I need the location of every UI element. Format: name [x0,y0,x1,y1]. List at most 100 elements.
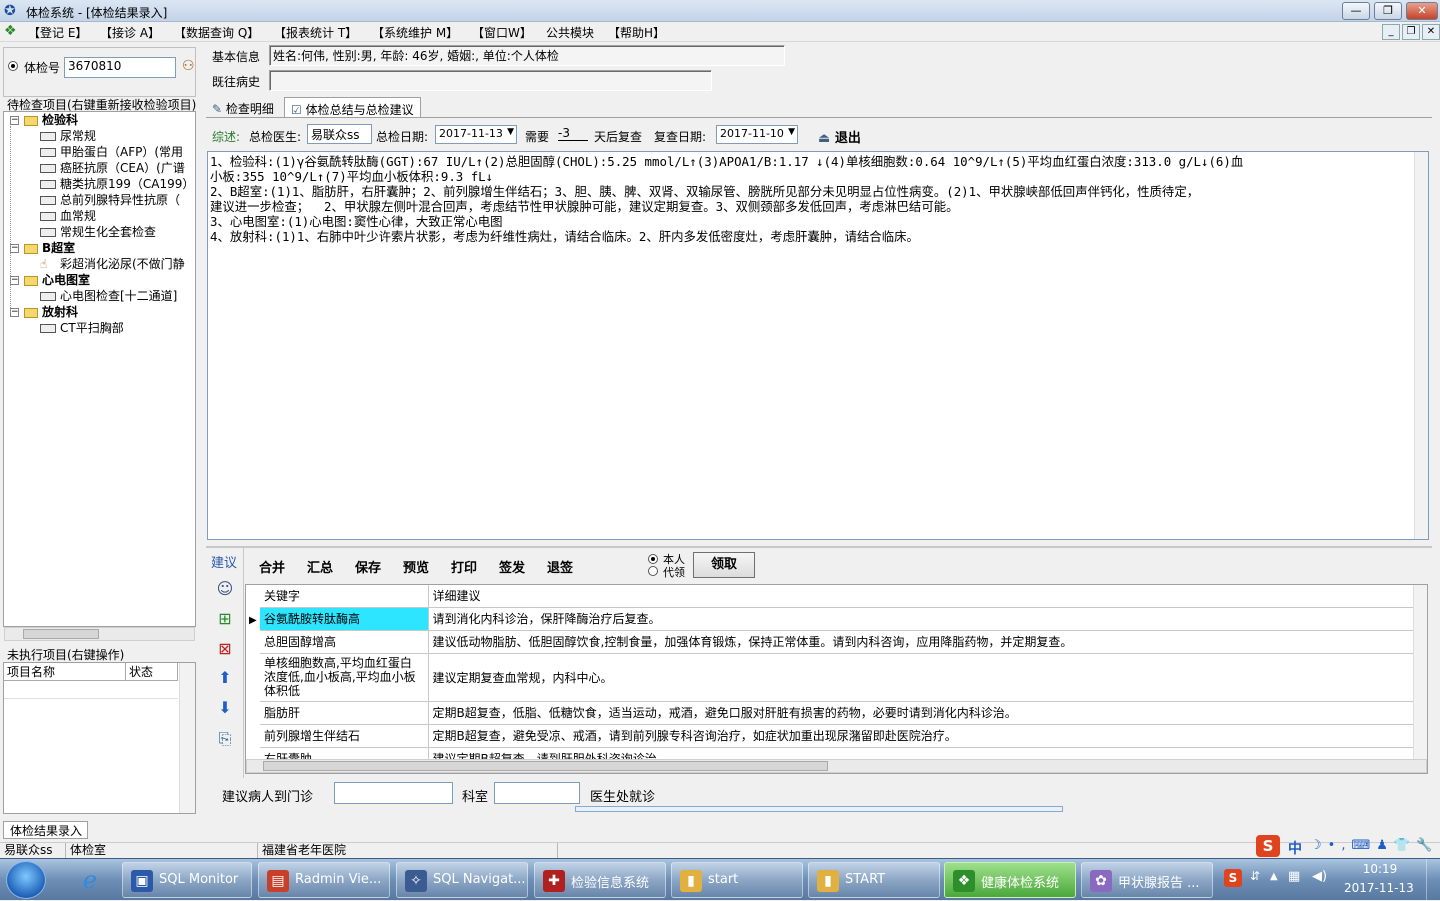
tree-item[interactable]: 心电图检查[十二通道] [40,288,177,304]
menu-help[interactable]: 【帮助H】 [608,24,665,41]
radio-proxy[interactable] [648,566,658,576]
taskbar-item[interactable]: ▤ Radmin Vie... [258,862,390,898]
doctor-icon[interactable]: ☺ [212,578,238,600]
tree-expander[interactable]: − [10,116,19,125]
refer-clinic-input[interactable] [334,782,453,804]
menu-reports[interactable]: 【报表统计 T】 [274,24,357,41]
move-down-icon[interactable]: ⬇ [212,697,238,719]
delete-row-icon[interactable]: ⊠ [212,638,238,660]
menu-register[interactable]: 【登记 E】 [28,24,87,41]
tree-item[interactable]: 糖类抗原199（CA199） [40,176,194,192]
table-row[interactable]: 谷氨酰胺转肽酶高 请到消化内科诊治，保肝降酶治疗后复查。 [260,607,1415,631]
table-row[interactable]: 单核细胞数高,平均血红蛋白浓度低,血小板高,平均血小板体积低 建议定期复查血常规… [260,653,1415,702]
tree-expander[interactable]: − [10,244,19,253]
taskbar-item[interactable]: ✿ 甲状腺报告 ... [1081,862,1213,898]
scroll-thumb[interactable] [263,761,828,771]
unsign-button[interactable]: 退签 [547,557,573,576]
receive-button[interactable]: 领取 [693,552,755,578]
splitter[interactable] [575,806,1063,812]
ime-toolbar-icons[interactable]: ☽•,⌨♟👕🔧 [1310,838,1438,853]
start-button[interactable] [6,861,46,899]
tree-expander[interactable]: − [10,308,19,317]
tree-category-radiology[interactable]: 放射科 [24,304,78,320]
tree-category-lab[interactable]: 检验科 [24,112,78,128]
unexec-vscrollbar[interactable] [179,663,195,813]
grid-vscrollbar[interactable] [1413,585,1427,759]
history-field[interactable] [269,70,712,91]
tree-category-ultrasound[interactable]: B超室 [24,240,75,256]
tab-summary[interactable]: ☑ 体检总结与总检建议 [284,97,421,118]
menu-query[interactable]: 【数据查询 Q】 [174,24,259,41]
taskbar-item[interactable]: ▮ start [671,862,803,898]
review-date-picker[interactable]: 2017-11-10 ▼ [716,125,798,144]
menu-reception[interactable]: 【接诊 A】 [100,24,160,41]
keyword-cell[interactable]: 总胆固醇增高 [260,630,429,654]
tree-item[interactable]: 总前列腺特异性抗原（ [40,192,180,208]
tree-category-ecg[interactable]: 心电图室 [24,272,90,288]
restore-button[interactable]: ❐ [1374,2,1402,20]
dept-input[interactable] [494,782,580,804]
minimize-button[interactable]: — [1342,2,1370,20]
days-field[interactable]: -3 [558,126,588,141]
tree-item[interactable]: ☝ 彩超消化泌尿(不做门静 [40,256,185,272]
tab-result-entry[interactable]: 体检结果录入 [3,821,88,839]
col-detail[interactable]: 详细建议 [428,585,1415,608]
tree-item[interactable]: 常规生化全套检查 [40,224,156,240]
tab-exam-detail[interactable]: ✎ 检查明细 [206,97,280,118]
tree-hscrollbar[interactable] [4,627,195,641]
tray-arrow-icon[interactable]: ⇵ [1250,869,1260,883]
summary-vscrollbar[interactable] [1414,152,1428,539]
menu-maintenance[interactable]: 【系统维护 M】 [372,24,458,41]
detail-cell[interactable]: 定期B超复查，避免受凉、戒酒，请到前列腺专科咨询治疗，如症状加重出现尿潴留即赴医… [428,724,1415,748]
table-row[interactable]: 脂肪肝 定期B超复查，低脂、低糖饮食，适当运动，戒酒，避免口服对肝脏有损害的药物… [260,701,1415,725]
keyword-cell[interactable]: 脂肪肝 [260,701,429,725]
tree-item[interactable]: CT平扫胸部 [40,320,124,336]
network-icon[interactable]: ▦ [1288,869,1300,884]
doctor-field[interactable]: 易联众ss [307,124,372,144]
detail-cell[interactable]: 定期B超复查，低脂、低糖饮食，适当运动，戒酒，避免口服对肝脏有损害的药物，必要时… [428,701,1415,725]
clock-date[interactable]: 2017-11-13 [1344,881,1414,895]
detail-cell[interactable]: 建议低动物脂肪、低胆固醇饮食,控制食量，加强体育锻炼，保持正常体重。请到内科咨询… [428,630,1415,654]
taskbar-item[interactable]: ✧ SQL Navigat... [396,862,528,898]
detail-cell[interactable]: 建议定期复查血常规，内科中心。 [428,653,1415,702]
volume-icon[interactable]: ◀) [1312,869,1327,884]
mdi-minimize-button[interactable]: _ [1382,24,1400,40]
keyword-cell[interactable]: 单核细胞数高,平均血红蛋白浓度低,血小板高,平均血小板体积低 [260,653,429,702]
scroll-thumb[interactable] [23,629,99,639]
grid-hscrollbar[interactable] [246,759,1427,773]
menu-public[interactable]: 公共模块 [546,24,594,41]
clock-time[interactable]: 10:19 [1360,862,1400,876]
user-search-icon[interactable]: ⚇ [182,58,198,74]
close-button[interactable]: ✕ [1406,2,1438,20]
mdi-restore-button[interactable]: ❐ [1402,24,1420,40]
sign-button[interactable]: 签发 [499,557,525,576]
exit-button[interactable]: ⏏ 退出 [818,127,861,146]
summary-date-picker[interactable]: 2017-11-13 ▼ [435,125,517,144]
mdi-close-button[interactable]: ✕ [1422,24,1440,40]
exam-no-radio[interactable] [8,61,18,71]
tray-expand-icon[interactable]: ▲ [1270,871,1278,882]
taskbar-item[interactable]: ▣ SQL Monitor [122,862,252,898]
exam-no-input[interactable]: 3670810 [64,57,176,78]
taskbar-item[interactable]: ▮ START [808,862,940,898]
aggregate-button[interactable]: 汇总 [307,557,333,576]
tree-item[interactable]: 血常规 [40,208,96,224]
ie-icon[interactable]: ℯ [74,865,106,895]
ime-mode[interactable]: 中 [1288,838,1302,858]
merge-button[interactable]: 合并 [259,557,285,576]
col-keyword[interactable]: 关键字 [260,585,429,608]
table-row[interactable]: 总胆固醇增高 建议低动物脂肪、低胆固醇饮食,控制食量，加强体育锻炼，保持正常体重… [260,630,1415,654]
table-row[interactable]: 前列腺增生伴结石 定期B超复查，避免受凉、戒酒，请到前列腺专科咨询治疗，如症状加… [260,724,1415,748]
tree-item[interactable]: 甲胎蛋白（AFP）(常用 [40,144,183,160]
add-row-icon[interactable]: ⊞ [212,608,238,630]
sogou-ime-icon[interactable]: S [1256,835,1280,857]
keyword-cell[interactable]: 谷氨酰胺转肽酶高 [260,607,429,631]
taskbar-item-active[interactable]: ❖ 健康体检系统 [944,862,1076,898]
radio-self[interactable] [648,554,658,564]
keyword-cell[interactable]: 前列腺增生伴结石 [260,724,429,748]
col-item-name[interactable]: 项目名称 [4,663,126,681]
col-status[interactable]: 状态 [126,663,178,681]
preview-button[interactable]: 预览 [403,557,429,576]
print-button[interactable]: 打印 [451,557,477,576]
menu-window[interactable]: 【窗口W】 [472,24,532,41]
